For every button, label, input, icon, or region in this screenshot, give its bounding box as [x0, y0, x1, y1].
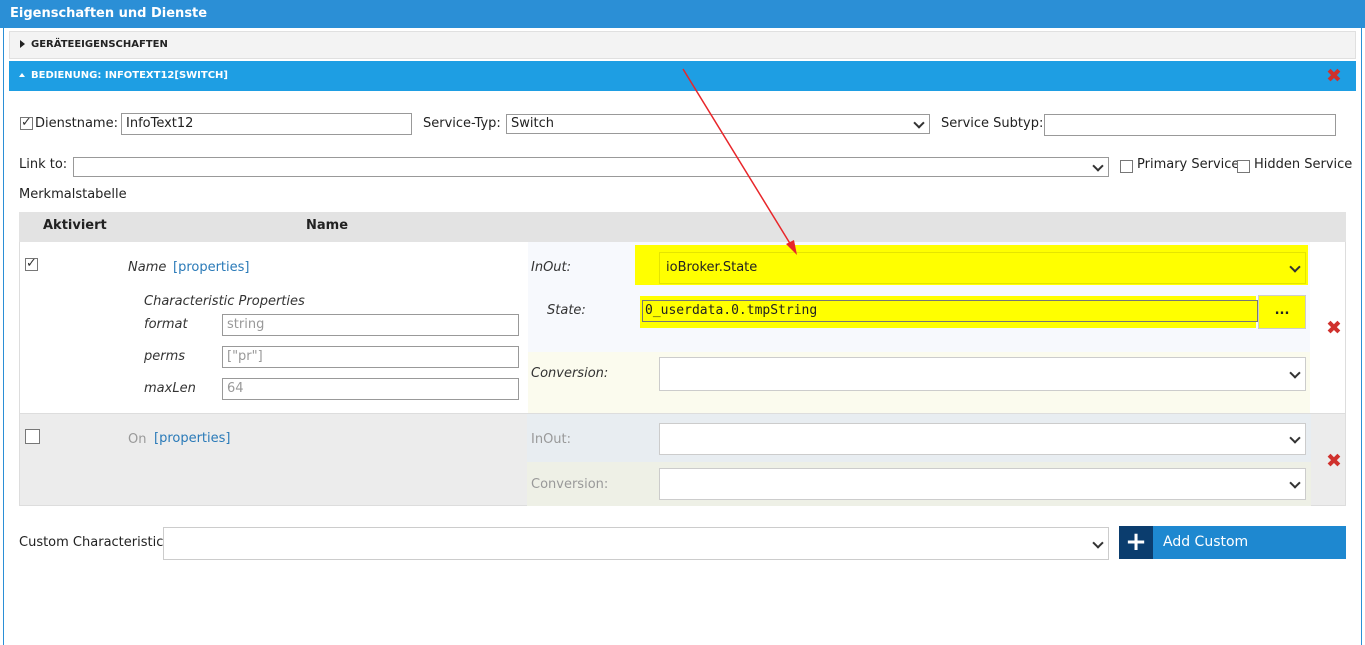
annotation-arrow: [682, 68, 797, 255]
annotation-arrow-line: [682, 68, 795, 251]
annotation-arrow-head: [786, 240, 797, 255]
